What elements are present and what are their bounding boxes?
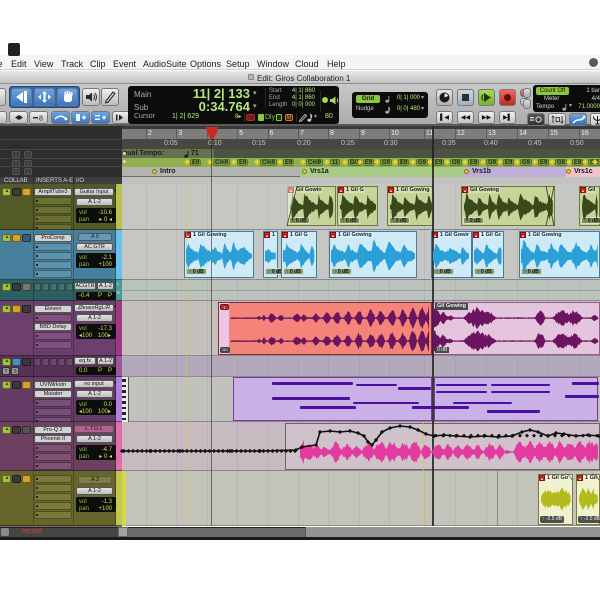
- svg-text:8: 8: [39, 116, 43, 123]
